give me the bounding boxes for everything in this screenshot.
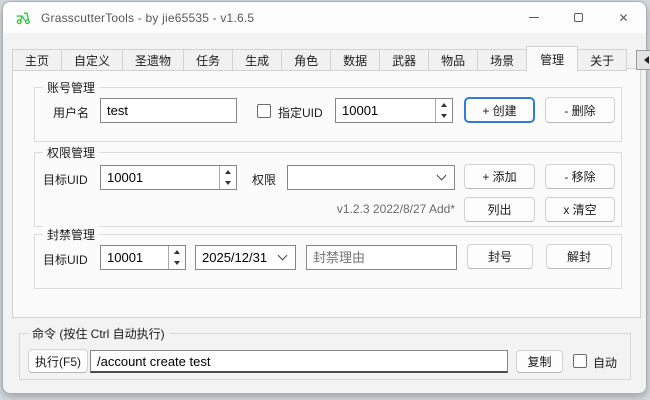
app-window: GrasscutterTools - by jie65535 - v1.6.5 … — [2, 1, 647, 394]
perm-target-uid-spinner[interactable]: 10001 — [100, 165, 237, 190]
chevron-down-icon — [278, 250, 288, 260]
specify-uid-checkbox[interactable] — [257, 104, 271, 118]
ban-target-uid-spinner[interactable]: 10001 — [100, 245, 186, 270]
spinner-up-button[interactable] — [220, 166, 236, 178]
username-label: 用户名 — [53, 104, 89, 121]
tab-stats[interactable]: 数据 — [330, 49, 380, 71]
up-arrow-icon — [225, 170, 231, 174]
minimize-icon — [529, 17, 539, 18]
delete-account-button[interactable]: - 删除 — [545, 97, 615, 123]
remove-permission-button[interactable]: - 移除 — [545, 164, 615, 189]
spinner-down-button[interactable] — [220, 178, 236, 190]
permission-group: 权限管理 目标UID 10001 权限 + 添加 - 移除 v1.2.3 202… — [34, 152, 622, 227]
auto-run-checkbox[interactable] — [573, 354, 587, 368]
spinner-down-button[interactable] — [169, 258, 185, 270]
ban-reason-input[interactable] — [306, 245, 457, 270]
account-uid-spinner[interactable]: 10001 — [335, 98, 453, 123]
copy-command-button[interactable]: 复制 — [516, 350, 563, 373]
up-arrow-icon — [174, 250, 180, 254]
tab-items[interactable]: 物品 — [428, 49, 478, 71]
permission-combobox[interactable] — [287, 165, 455, 190]
clear-permission-button[interactable]: x 清空 — [545, 197, 615, 222]
down-arrow-icon — [174, 261, 180, 265]
tab-avatar[interactable]: 角色 — [281, 49, 331, 71]
tab-scenes[interactable]: 场景 — [477, 49, 527, 71]
close-button[interactable]: ✕ — [601, 2, 646, 33]
ban-group-title: 封禁管理 — [43, 226, 99, 243]
maximize-icon — [574, 13, 583, 22]
maximize-button[interactable] — [556, 2, 601, 33]
unban-button[interactable]: 解封 — [546, 244, 612, 269]
down-arrow-icon — [225, 181, 231, 185]
perm-target-uid-value: 10001 — [101, 166, 219, 189]
management-tab-page: 账号管理 用户名 指定UID 10001 + 创建 - 删除 权限管理 目标UI… — [12, 68, 641, 318]
perm-label: 权限 — [252, 171, 276, 188]
command-input[interactable] — [90, 350, 508, 373]
window-title: GrasscutterTools - by jie65535 - v1.6.5 — [41, 11, 254, 25]
spinner-down-button[interactable] — [436, 111, 452, 123]
ban-button[interactable]: 封号 — [467, 244, 533, 269]
list-permission-button[interactable]: 列出 — [464, 197, 535, 222]
permission-version-note: v1.2.3 2022/8/27 Add* — [185, 202, 455, 216]
ban-date-combobox[interactable]: 2025/12/31 — [195, 245, 296, 270]
spinner-up-button[interactable] — [436, 99, 452, 111]
run-command-button[interactable]: 执行(F5) — [28, 349, 88, 373]
tab-scroll-left-button[interactable] — [636, 50, 650, 70]
minimize-button[interactable] — [511, 2, 556, 33]
command-group-title: 命令 (按住 Ctrl 自动执行) — [28, 325, 169, 342]
title-bar: GrasscutterTools - by jie65535 - v1.6.5 … — [3, 2, 646, 33]
account-group: 账号管理 用户名 指定UID 10001 + 创建 - 删除 — [34, 87, 622, 142]
tab-custom[interactable]: 自定义 — [61, 49, 123, 71]
tab-artifacts[interactable]: 圣遗物 — [122, 49, 184, 71]
down-arrow-icon — [441, 114, 447, 118]
left-arrow-icon — [644, 56, 649, 64]
specify-uid-label: 指定UID — [278, 104, 323, 121]
perm-target-uid-label: 目标UID — [43, 171, 88, 188]
tab-about[interactable]: 关于 — [577, 49, 627, 71]
spinner-up-button[interactable] — [169, 246, 185, 258]
ban-group: 封禁管理 目标UID 10001 2025/12/31 封号 解封 — [34, 234, 622, 289]
grasscutter-scooter-icon — [15, 9, 32, 26]
up-arrow-icon — [441, 103, 447, 107]
ban-target-uid-value: 10001 — [101, 246, 168, 269]
account-uid-value: 10001 — [336, 99, 435, 122]
tab-scroll-buttons — [634, 50, 650, 70]
ban-target-uid-label: 目标UID — [43, 251, 88, 268]
tab-spawn[interactable]: 生成 — [232, 49, 282, 71]
ban-date-value: 2025/12/31 — [202, 250, 267, 265]
permission-group-title: 权限管理 — [43, 144, 99, 161]
create-account-button[interactable]: + 创建 — [464, 97, 535, 123]
add-permission-button[interactable]: + 添加 — [464, 164, 535, 189]
tab-strip: 主页 自定义 圣遗物 任务 生成 角色 数据 武器 物品 场景 管理 关于 — [12, 46, 650, 71]
username-input[interactable] — [100, 98, 237, 123]
chevron-down-icon — [437, 170, 447, 180]
account-group-title: 账号管理 — [43, 79, 99, 96]
tab-management[interactable]: 管理 — [526, 46, 578, 72]
tab-quests[interactable]: 任务 — [183, 49, 233, 71]
tab-home[interactable]: 主页 — [12, 49, 62, 71]
close-icon: ✕ — [618, 11, 628, 25]
tab-weapons[interactable]: 武器 — [379, 49, 429, 71]
command-group: 命令 (按住 Ctrl 自动执行) 执行(F5) 复制 自动 — [19, 333, 631, 380]
auto-run-label: 自动 — [593, 354, 617, 371]
